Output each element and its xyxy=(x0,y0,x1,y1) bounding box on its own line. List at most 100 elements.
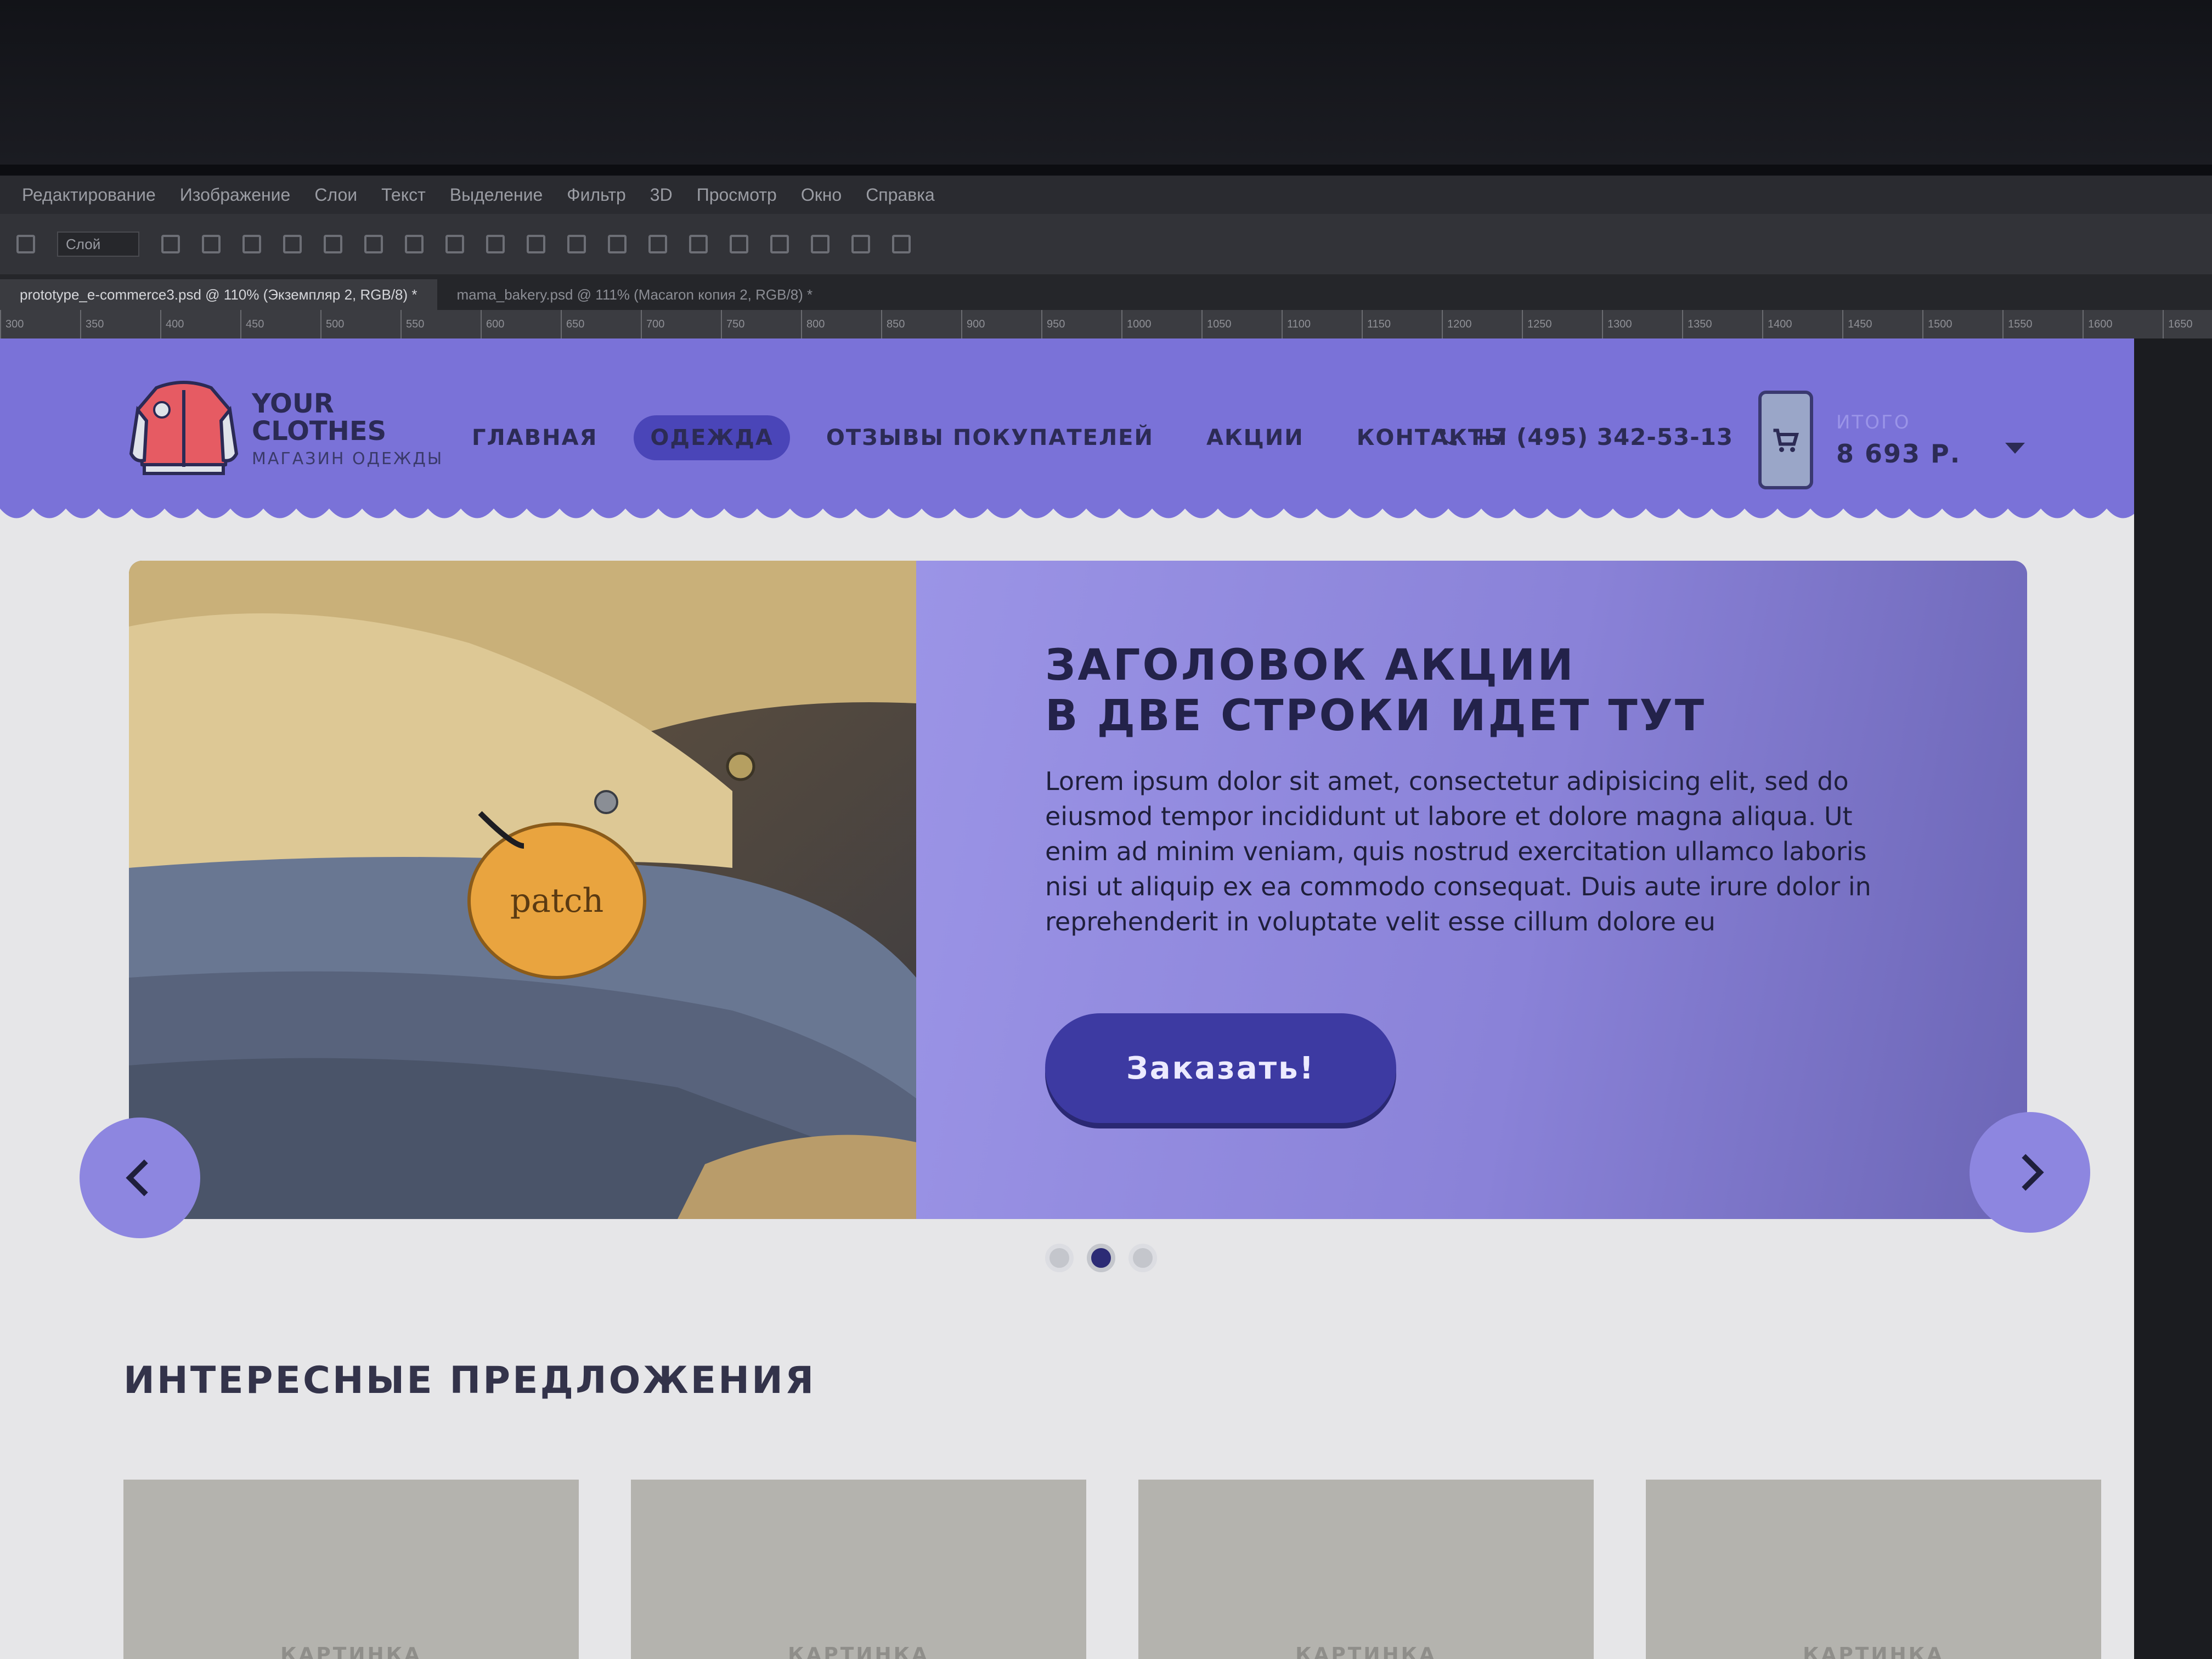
menu-3d[interactable]: 3D xyxy=(650,185,673,205)
chevron-left-icon xyxy=(126,1159,148,1197)
ruler-mark: 400 xyxy=(166,318,184,330)
mobile-cart-icon xyxy=(1758,391,1813,489)
align-middle-icon[interactable] xyxy=(242,235,261,253)
ruler-mark: 1550 xyxy=(2008,318,2033,330)
cart-summary[interactable]: ИТОГО 8 693 Р. xyxy=(1758,391,1961,489)
nav-reviews[interactable]: ОТЗЫВЫ ПОКУПАТЕЛЕЙ xyxy=(810,415,1170,460)
align-left-icon[interactable] xyxy=(324,235,342,253)
menu-layers[interactable]: Слои xyxy=(314,185,357,205)
distribute-middle-icon[interactable] xyxy=(486,235,505,253)
slider-next-button[interactable] xyxy=(1970,1112,2090,1233)
card-image-placeholder: КАРТИНКА xyxy=(788,1644,929,1659)
offer-card[interactable]: КАРТИНКА xyxy=(1646,1480,2101,1659)
ruler-mark: 300 xyxy=(5,318,24,330)
menu-help[interactable]: Справка xyxy=(866,185,935,205)
order-button[interactable]: Заказать! xyxy=(1045,1013,1396,1123)
shopping-cart-icon xyxy=(1773,428,1799,452)
site-logo[interactable]: YOUR CLOTHES МАГАЗИН ОДЕЖДЫ xyxy=(129,377,443,481)
promo-title: ЗАГОЛОВОК АКЦИИ В ДВЕ СТРОКИ ИДЕТ ТУТ xyxy=(1045,640,1978,741)
header-wave-divider xyxy=(0,498,2134,518)
phone-icon xyxy=(1440,428,1457,445)
3d-rotate-icon[interactable] xyxy=(730,235,748,253)
distribute-center-icon[interactable] xyxy=(608,235,627,253)
ruler-mark: 1450 xyxy=(1848,318,1872,330)
menu-image[interactable]: Изображение xyxy=(180,185,291,205)
auto-select-dropdown[interactable]: Слой xyxy=(57,232,139,257)
cart-label: ИТОГО xyxy=(1836,411,1911,433)
menu-type[interactable]: Текст xyxy=(381,185,426,205)
distribute-right-icon[interactable] xyxy=(648,235,667,253)
phone-number: +7 (495) 342-53-13 xyxy=(1471,424,1734,450)
slider-prev-button[interactable] xyxy=(80,1118,200,1238)
tab-mama-bakery[interactable]: mama_bakery.psd @ 111% (Macaron копия 2,… xyxy=(437,279,833,310)
ps-side-panel xyxy=(2134,338,2212,1659)
menu-edit[interactable]: Редактирование xyxy=(22,185,156,205)
nav-clothes[interactable]: ОДЕЖДА xyxy=(634,415,790,460)
ruler-mark: 900 xyxy=(967,318,985,330)
menu-view[interactable]: Просмотр xyxy=(697,185,777,205)
ruler-mark: 700 xyxy=(646,318,665,330)
logo-brand-line2: CLOTHES xyxy=(252,415,387,447)
3d-scale-icon[interactable] xyxy=(892,235,911,253)
ruler-mark: 1600 xyxy=(2088,318,2113,330)
ruler-mark: 600 xyxy=(486,318,505,330)
promo-description: Lorem ipsum dolor sit amet, consectetur … xyxy=(1045,766,1871,936)
chevron-right-icon xyxy=(2022,1154,2044,1191)
align-top-icon[interactable] xyxy=(202,235,221,253)
phone-contact[interactable]: +7 (495) 342-53-13 xyxy=(1437,424,1733,450)
align-center-icon[interactable] xyxy=(364,235,383,253)
card-image-placeholder: КАРТИНКА xyxy=(1295,1644,1437,1659)
offers-cards: КАРТИНКА КАРТИНКА КАРТИНКА КАРТИНКА xyxy=(123,1480,2101,1659)
slider-dot-1[interactable] xyxy=(1045,1244,1074,1272)
card-image-placeholder: КАРТИНКА xyxy=(280,1644,422,1659)
align-bottom-icon[interactable] xyxy=(283,235,302,253)
3d-pan-icon[interactable] xyxy=(811,235,830,253)
move-tool-icon[interactable] xyxy=(16,235,35,253)
promo-title-line2: В ДВЕ СТРОКИ ИДЕТ ТУТ xyxy=(1045,691,1707,741)
3d-roll-icon[interactable] xyxy=(770,235,789,253)
nav-sales[interactable]: АКЦИИ xyxy=(1190,415,1321,460)
ruler-mark: 350 xyxy=(86,318,104,330)
ruler-mark: 750 xyxy=(726,318,745,330)
dark-bezel xyxy=(0,0,2212,165)
ruler-mark: 1100 xyxy=(1287,318,1311,330)
distribute-bottom-icon[interactable] xyxy=(527,235,545,253)
ruler-mark: 1650 xyxy=(2168,318,2193,330)
transform-controls-icon[interactable] xyxy=(161,235,180,253)
menu-select[interactable]: Выделение xyxy=(450,185,543,205)
3d-slide-icon[interactable] xyxy=(851,235,870,253)
align-right-icon[interactable] xyxy=(405,235,424,253)
menu-window[interactable]: Окно xyxy=(801,185,842,205)
tab-prototype[interactable]: prototype_e-commerce3.psd @ 110% (Экземп… xyxy=(0,279,437,310)
slider-dot-3[interactable] xyxy=(1128,1244,1157,1272)
offer-card[interactable]: КАРТИНКА xyxy=(123,1480,579,1659)
logo-tagline: МАГАЗИН ОДЕЖДЫ xyxy=(252,449,444,469)
folded-shirts-photo: patch xyxy=(129,561,916,1219)
ps-document-tabs: prototype_e-commerce3.psd @ 110% (Экземп… xyxy=(0,274,2212,310)
promo-slide: patch ЗАГОЛОВОК АКЦИИ В ДВЕ СТРОКИ ИДЕТ … xyxy=(129,561,2027,1219)
menu-filter[interactable]: Фильтр xyxy=(567,185,626,205)
site-header: YOUR CLOTHES МАГАЗИН ОДЕЖДЫ ГЛАВНАЯ ОДЕЖ… xyxy=(0,338,2134,509)
distribute-left-icon[interactable] xyxy=(567,235,586,253)
nav-home[interactable]: ГЛАВНАЯ xyxy=(455,415,614,460)
ps-options-bar: Слой xyxy=(0,214,2212,274)
ruler-mark: 950 xyxy=(1047,318,1065,330)
distribute-top-icon[interactable] xyxy=(445,235,464,253)
document-canvas: YOUR CLOTHES МАГАЗИН ОДЕЖДЫ ГЛАВНАЯ ОДЕЖ… xyxy=(0,338,2134,1659)
auto-align-icon[interactable] xyxy=(689,235,708,253)
slider-dot-2[interactable] xyxy=(1087,1244,1115,1272)
offer-card[interactable]: КАРТИНКА xyxy=(1138,1480,1594,1659)
ruler-mark: 1150 xyxy=(1367,318,1391,330)
cart-dropdown-caret-icon[interactable] xyxy=(2005,443,2025,454)
offer-card[interactable]: КАРТИНКА xyxy=(631,1480,1086,1659)
ruler-mark: 800 xyxy=(806,318,825,330)
ruler-mark: 850 xyxy=(887,318,905,330)
cart-total: 8 693 Р. xyxy=(1836,439,1961,469)
ruler-mark: 650 xyxy=(566,318,585,330)
ruler-mark: 450 xyxy=(246,318,264,330)
ruler-mark: 1300 xyxy=(1607,318,1632,330)
ruler-mark: 1000 xyxy=(1127,318,1152,330)
ruler-mark: 1500 xyxy=(1928,318,1953,330)
offers-heading: ИНТЕРЕСНЫЕ ПРЕДЛОЖЕНИЯ xyxy=(123,1359,816,1402)
jacket-logo-icon xyxy=(129,381,239,475)
